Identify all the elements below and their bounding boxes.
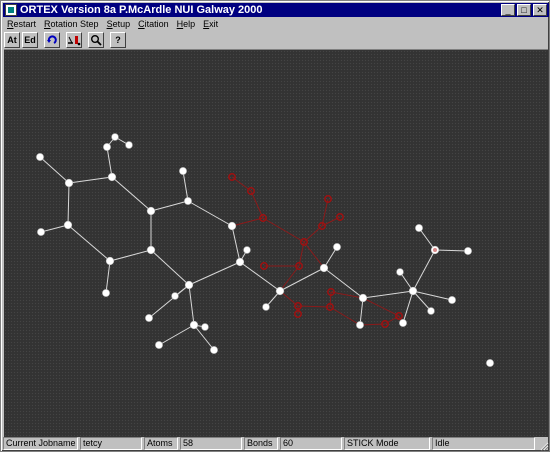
magnifier-icon bbox=[91, 35, 102, 46]
white-bonds bbox=[39, 136, 469, 351]
status-bar: Current Jobname tetcy Atoms 58 Bonds 60 … bbox=[3, 437, 549, 450]
rotate-icon bbox=[47, 35, 57, 44]
menu-restart[interactable]: Restart bbox=[3, 19, 40, 29]
red-bonds bbox=[231, 176, 404, 326]
highlighted-atom bbox=[433, 248, 437, 252]
status-bonds-value: 60 bbox=[280, 437, 342, 450]
app-icon[interactable] bbox=[5, 4, 17, 16]
white-atoms bbox=[36, 133, 494, 367]
menu-citation[interactable]: Citation bbox=[134, 19, 173, 29]
atoms-button[interactable]: At bbox=[4, 32, 20, 48]
zoom-button[interactable] bbox=[88, 32, 104, 48]
molecule-viewport[interactable] bbox=[4, 49, 548, 437]
bond-tool-icon bbox=[68, 36, 81, 46]
status-bonds-label: Bonds bbox=[244, 437, 278, 450]
molecule-drawing bbox=[36, 133, 494, 367]
title-bar[interactable]: ORTEX Version 8a P.McArdle NUI Galway 20… bbox=[3, 3, 549, 17]
status-mode: STICK Mode bbox=[344, 437, 430, 450]
edit-button[interactable]: Ed bbox=[22, 32, 38, 48]
toolbar: At Ed ? bbox=[3, 31, 549, 49]
window-title: ORTEX Version 8a P.McArdle NUI Galway 20… bbox=[20, 4, 263, 16]
help-button[interactable]: ? bbox=[110, 32, 126, 48]
status-atoms-value: 58 bbox=[180, 437, 242, 450]
menu-setup[interactable]: Setup bbox=[103, 19, 135, 29]
bond-tool-button[interactable] bbox=[66, 32, 82, 48]
menu-help[interactable]: Help bbox=[173, 19, 200, 29]
rotate-button[interactable] bbox=[44, 32, 60, 48]
status-jobname-value: tetcy bbox=[80, 437, 142, 450]
app-window: ORTEX Version 8a P.McArdle NUI Galway 20… bbox=[0, 0, 550, 452]
status-state: Idle bbox=[432, 437, 535, 450]
menu-rotation-step[interactable]: Rotation Step bbox=[40, 19, 103, 29]
minimize-button[interactable]: _ bbox=[501, 4, 515, 16]
status-atoms-label: Atoms bbox=[144, 437, 178, 450]
window-controls: _ □ ✕ bbox=[499, 4, 547, 16]
menu-exit[interactable]: Exit bbox=[199, 19, 222, 29]
menu-bar: Restart Rotation Step Setup Citation Hel… bbox=[3, 17, 549, 31]
resize-grip-icon[interactable] bbox=[539, 441, 549, 451]
status-jobname-label: Current Jobname bbox=[3, 437, 78, 450]
maximize-button[interactable]: □ bbox=[517, 4, 531, 16]
close-button[interactable]: ✕ bbox=[533, 4, 547, 16]
